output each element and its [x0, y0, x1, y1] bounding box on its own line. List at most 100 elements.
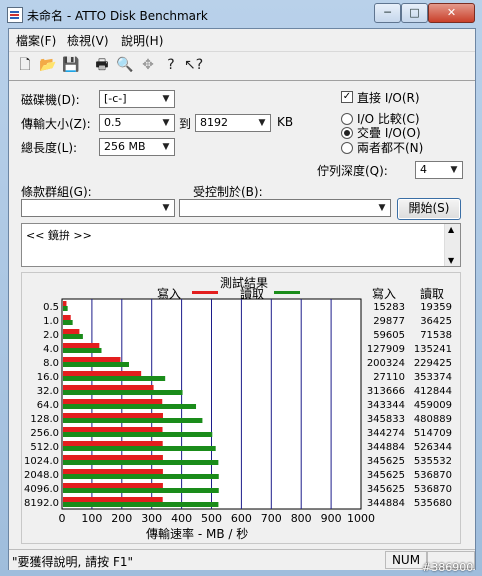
write-value-label: 345625 — [367, 470, 405, 481]
total-length-value: 256 MB — [104, 140, 146, 153]
write-bar — [63, 343, 100, 348]
context-help-icon[interactable]: ↖? — [184, 56, 203, 74]
y-tick-label: 8.0 — [43, 358, 59, 369]
write-bar — [63, 385, 154, 390]
read-bar — [63, 320, 73, 325]
read-bar — [63, 418, 203, 423]
y-tick-label: 256.0 — [30, 428, 59, 439]
read-value-label: 535532 — [414, 456, 452, 467]
read-bar — [63, 446, 216, 451]
read-value-label: 412844 — [414, 386, 452, 397]
write-value-label: 344884 — [367, 498, 405, 509]
chevron-down-icon: ▼ — [258, 118, 266, 128]
y-tick-label: 0.5 — [43, 302, 59, 313]
y-tick-label: 512.0 — [30, 442, 59, 453]
start-button[interactable]: 開始(S) — [397, 198, 461, 220]
description-memo[interactable]: << 鏡拚 >> ▲ ▼ — [21, 223, 461, 267]
transfer-from-value: 0.5 — [104, 116, 122, 129]
y-tick-label: 16.0 — [37, 372, 59, 383]
chevron-down-icon: ▼ — [162, 118, 170, 128]
controlled-by-select[interactable]: ▼ — [179, 199, 391, 217]
radio-overlapped-io[interactable] — [341, 127, 353, 139]
read-value-label: 19359 — [420, 302, 452, 313]
transfer-unit: KB — [277, 115, 294, 129]
close-button[interactable]: ✕ — [428, 3, 475, 23]
write-value-label: 59605 — [373, 330, 405, 341]
queue-depth-value: 4 — [420, 163, 427, 176]
drive-select[interactable]: [-c-] ▼ — [99, 90, 175, 108]
minimize-button[interactable]: ─ — [374, 3, 401, 23]
scroll-down-icon[interactable]: ▼ — [448, 256, 454, 265]
write-value-label: 27110 — [373, 372, 405, 383]
drive-label: 磁碟機(D): — [21, 93, 80, 107]
y-tick-label: 1024.0 — [24, 456, 59, 467]
x-tick-label: 200 — [111, 512, 132, 525]
x-tick-label: 100 — [81, 512, 102, 525]
write-bar — [63, 371, 142, 376]
read-value-label: 229425 — [414, 358, 452, 369]
help-icon[interactable]: ? — [162, 56, 180, 74]
controlled-by-label: 受控制於(B): — [193, 185, 263, 199]
transfer-to-label: 到 — [179, 117, 192, 131]
read-value-label: 135241 — [414, 344, 452, 355]
write-bar — [63, 455, 163, 460]
open-folder-icon[interactable]: 📂 — [39, 56, 57, 74]
x-tick-label: 700 — [261, 512, 282, 525]
y-tick-label: 1.0 — [43, 316, 59, 327]
move-icon: ✥ — [142, 57, 154, 73]
description-text: << 鏡拚 >> — [26, 229, 92, 242]
chevron-down-icon: ▼ — [162, 142, 170, 152]
client-area: 檔案(F) 檢視(V) 說明(H) 🗋 📂 💾 🖶 🔍 ✥ ? ↖? 磁碟機(D… — [8, 28, 476, 570]
write-bar — [63, 469, 163, 474]
chevron-down-icon: ▼ — [162, 203, 170, 213]
print-icon[interactable]: 🖶 — [93, 56, 111, 74]
read-bar — [63, 376, 166, 381]
print-preview-icon[interactable]: 🔍 — [116, 56, 134, 74]
transfer-from-select[interactable]: 0.5 ▼ — [99, 114, 175, 132]
total-length-select[interactable]: 256 MB ▼ — [99, 138, 175, 156]
watermark-text: #386900 — [422, 561, 474, 574]
write-bar — [63, 413, 163, 418]
read-bar — [63, 474, 219, 479]
write-bar — [63, 315, 71, 320]
read-bar — [63, 348, 102, 353]
new-file-icon[interactable]: 🗋 — [16, 56, 34, 74]
maximize-button[interactable]: □ — [401, 3, 428, 23]
read-bar — [63, 488, 219, 493]
read-value-label: 536870 — [414, 484, 452, 495]
controlled-group-select[interactable]: ▼ — [21, 199, 175, 217]
chevron-down-icon: ▼ — [450, 165, 458, 175]
x-tick-label: 600 — [231, 512, 252, 525]
transfer-to-select[interactable]: 8192 ▼ — [195, 114, 271, 132]
title-bar[interactable]: 未命名 - ATTO Disk Benchmark ─ □ ✕ — [0, 0, 482, 28]
write-value-label: 200324 — [367, 358, 405, 369]
queue-depth-select[interactable]: 4 ▼ — [415, 161, 463, 179]
memo-scrollbar[interactable]: ▲ ▼ — [444, 224, 460, 266]
write-value-label: 344884 — [367, 442, 405, 453]
read-value-label: 526344 — [414, 442, 452, 453]
scroll-up-icon[interactable]: ▲ — [448, 225, 454, 234]
write-bar — [63, 357, 121, 362]
radio-io-compare[interactable] — [341, 113, 353, 125]
total-length-label: 總長度(L): — [21, 141, 78, 155]
write-bar — [63, 427, 163, 432]
write-bar — [63, 497, 163, 502]
direct-io-checkbox[interactable]: ✓ — [341, 91, 353, 103]
radio-neither-label[interactable]: 兩者都不(N) — [357, 139, 423, 156]
menu-file[interactable]: 檔案(F) — [16, 32, 56, 49]
write-value-label: 15283 — [373, 302, 405, 313]
read-value-label: 71538 — [420, 330, 452, 341]
read-value-label: 36425 — [420, 316, 452, 327]
save-icon[interactable]: 💾 — [62, 56, 80, 74]
menu-help[interactable]: 說明(H) — [121, 32, 163, 49]
write-value-label: 29877 — [373, 316, 405, 327]
write-value-label: 313666 — [367, 386, 405, 397]
menu-view[interactable]: 檢視(V) — [67, 32, 109, 49]
direct-io-label[interactable]: 直接 I/O(R) — [357, 89, 420, 106]
transfer-to-value: 8192 — [200, 116, 228, 129]
app-icon[interactable] — [7, 7, 23, 23]
y-tick-label: 2048.0 — [24, 470, 59, 481]
radio-neither[interactable] — [341, 142, 353, 154]
write-value-label: 345833 — [367, 414, 405, 425]
read-bar — [63, 334, 83, 339]
